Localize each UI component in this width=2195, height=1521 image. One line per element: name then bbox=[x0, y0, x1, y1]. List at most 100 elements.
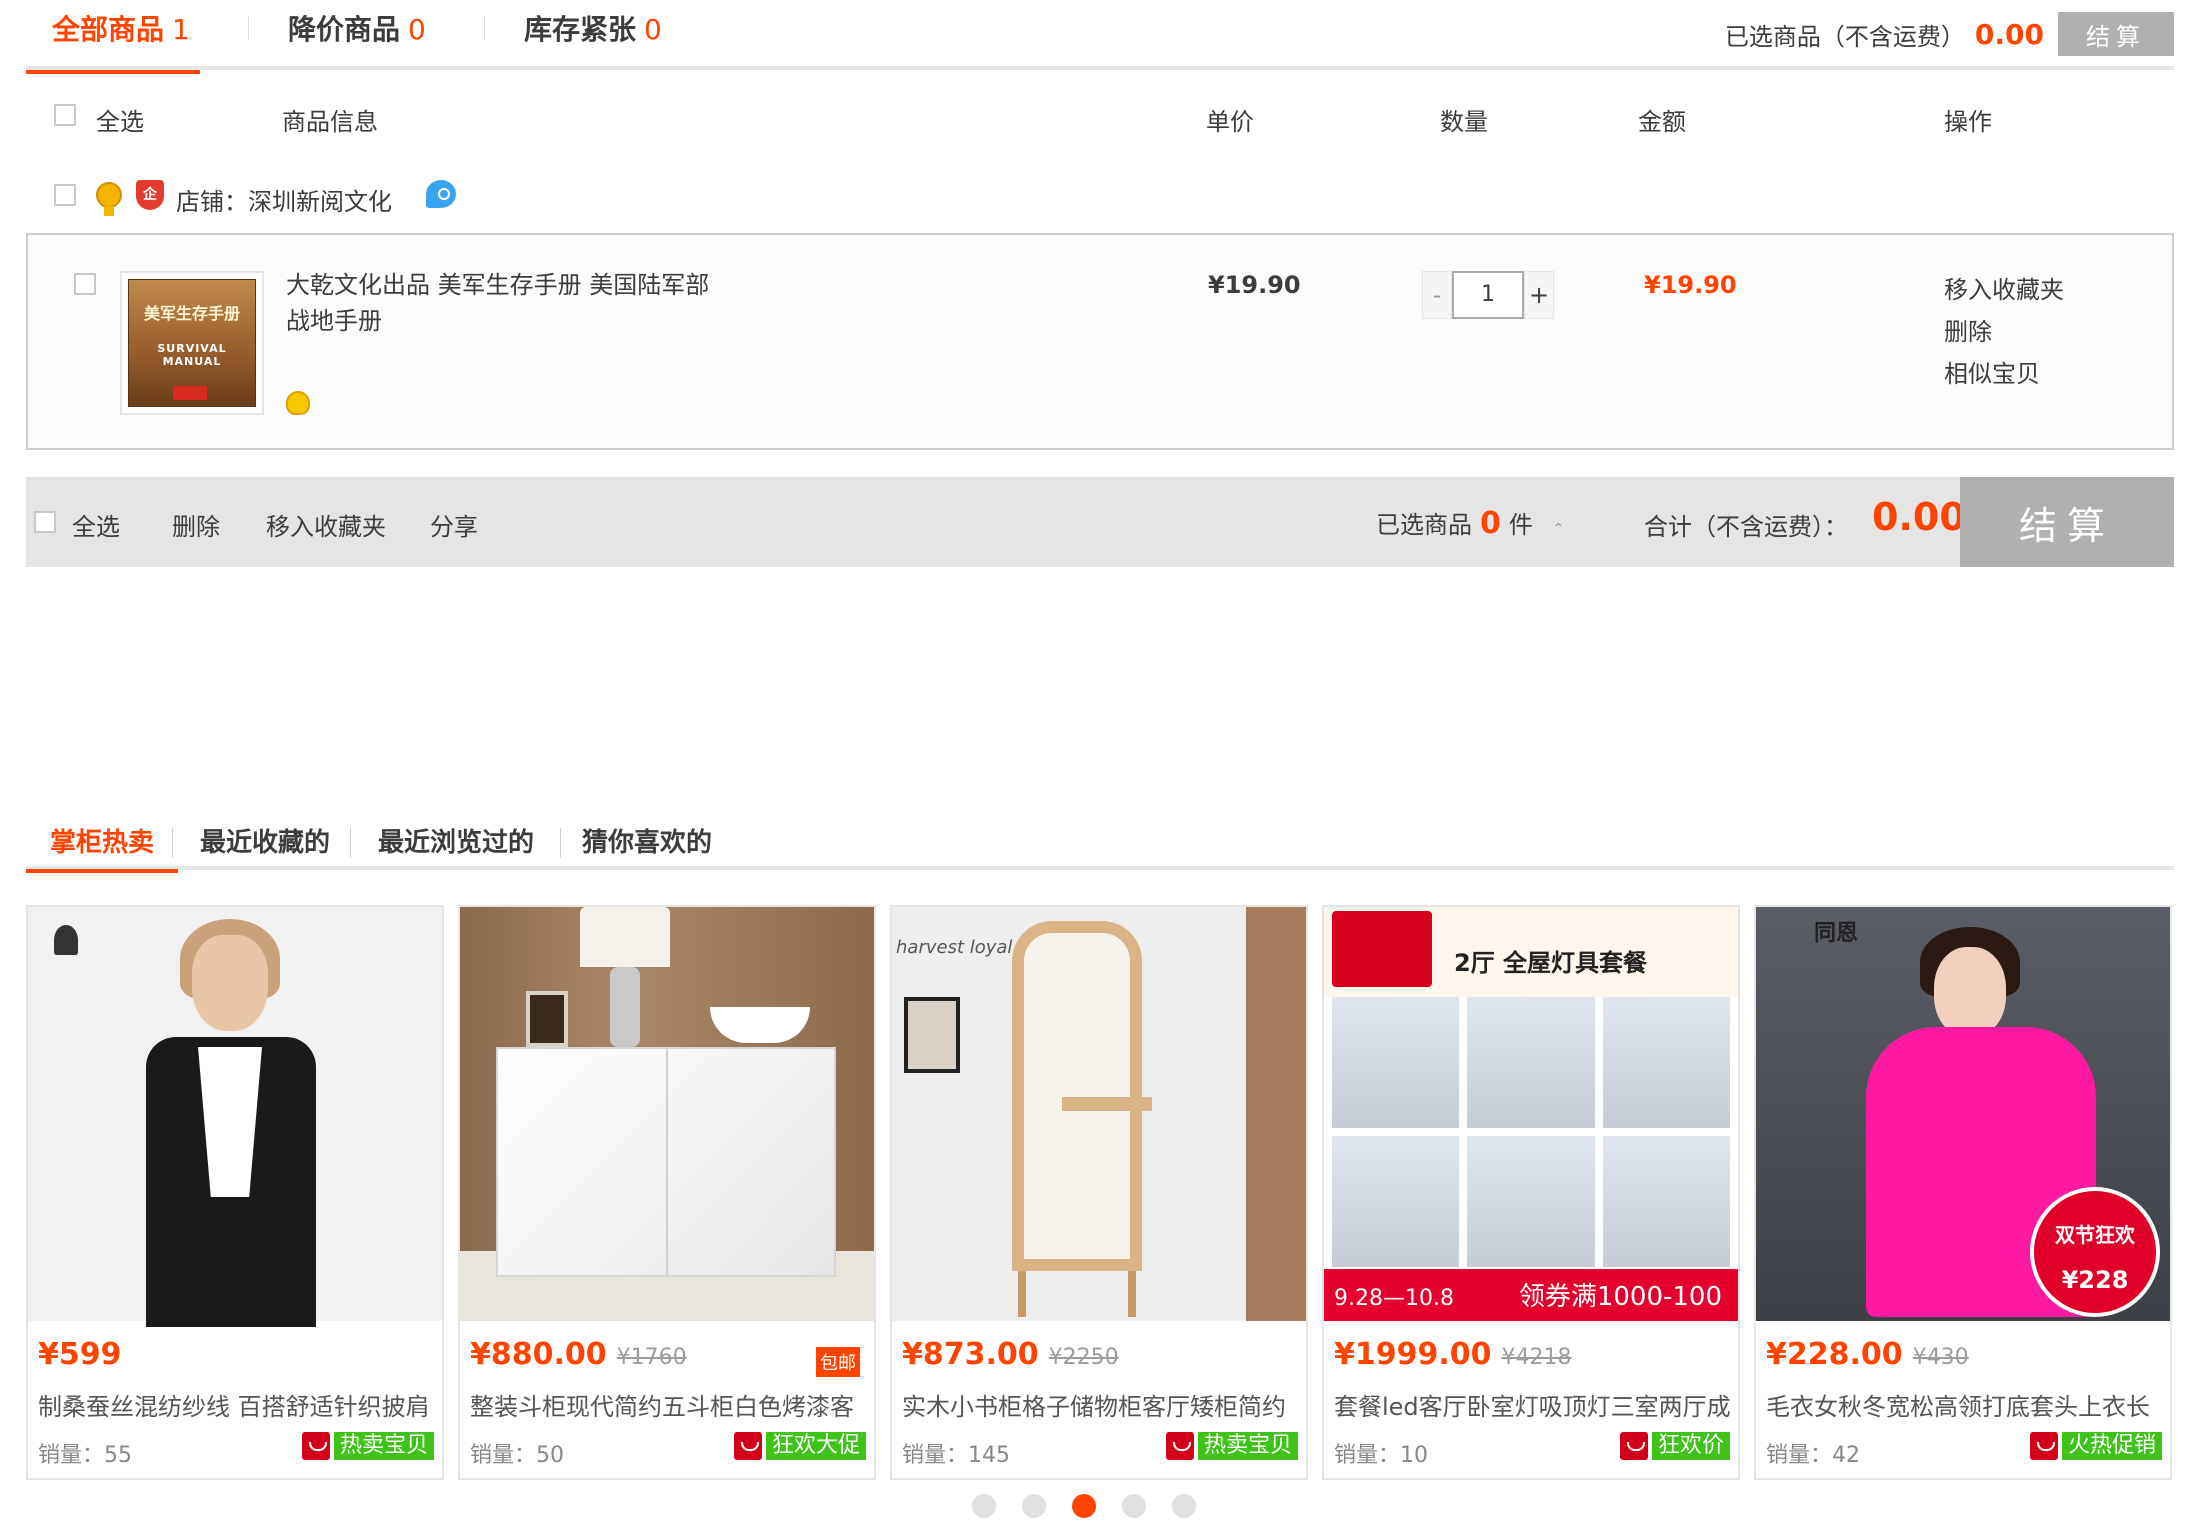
wall-picture bbox=[904, 997, 960, 1073]
pager-dot[interactable] bbox=[972, 1494, 996, 1518]
wangwang-chat-icon[interactable] bbox=[426, 180, 456, 208]
qty-minus-button[interactable]: - bbox=[1422, 271, 1452, 319]
select-all-checkbox[interactable] bbox=[54, 104, 76, 126]
pager-dot-active[interactable] bbox=[1072, 1494, 1096, 1518]
tab-separator bbox=[248, 16, 249, 40]
bar-select-all-label[interactable]: 全选 bbox=[72, 507, 120, 542]
pager-dot[interactable] bbox=[1122, 1494, 1146, 1518]
checkout-button[interactable]: 结算 bbox=[1960, 477, 2174, 567]
original-price: ¥1760 bbox=[616, 1345, 687, 1370]
promo-tag: 狂欢价 bbox=[1619, 1431, 1730, 1461]
product-card[interactable]: 同恩 双节狂欢 ¥228 ¥228.00 ¥430 毛衣女秋冬宽松高领打底套头上衣… bbox=[1754, 905, 2172, 1480]
photo-frame bbox=[526, 991, 568, 1047]
quantity-stepper: - 1 + bbox=[1422, 271, 1554, 321]
tab-low-stock[interactable]: 库存紧张 0 bbox=[524, 8, 662, 70]
product-card[interactable]: harvest loyal ¥873.00 ¥2250 实木小书柜格子储物柜客厅矮… bbox=[890, 905, 1308, 1480]
product-card[interactable]: ¥880.00 ¥1760 包邮 整装斗柜现代简约五斗柜白色烤漆客 销量：50 狂… bbox=[458, 905, 876, 1480]
lamp-photo bbox=[1332, 1136, 1460, 1267]
brand-label: harvest loyal bbox=[896, 937, 1013, 958]
price-row: ¥228.00 ¥430 bbox=[1766, 1337, 2162, 1377]
product-image[interactable]: 同恩 双节狂欢 ¥228 bbox=[1756, 907, 2170, 1321]
top-summary: 已选商品（不含运费） 0.00 结算 bbox=[1725, 12, 2174, 56]
product-image[interactable]: harvest loyal bbox=[892, 907, 1306, 1321]
price-row: ¥880.00 ¥1760 包邮 bbox=[470, 1337, 866, 1377]
product-card[interactable]: 2厅 全屋灯具套餐 9.28—10.8 领券满1000-100 ¥1999.00… bbox=[1322, 905, 1740, 1480]
tmall-fiesta-logo bbox=[1332, 911, 1432, 987]
product-sales: 销量：55 bbox=[38, 1443, 132, 1468]
shelf-legs bbox=[1018, 1271, 1136, 1317]
tab-recently-viewed[interactable]: 最近浏览过的 bbox=[378, 822, 534, 859]
tab-all-items[interactable]: 全部商品 1 bbox=[26, 8, 200, 74]
product-price: ¥1999.00 bbox=[1334, 1337, 1492, 1372]
bowl-shape bbox=[710, 1007, 810, 1043]
desk-board bbox=[1062, 1097, 1152, 1111]
price-row: ¥1999.00 ¥4218 bbox=[1334, 1337, 1730, 1377]
pager-dot[interactable] bbox=[1022, 1494, 1046, 1518]
move-to-favorites-link[interactable]: 移入收藏夹 bbox=[1944, 269, 2064, 311]
item-title-link[interactable]: 大乾文化出品 美军生存手册 美国陆军部战地手册 bbox=[286, 267, 726, 339]
product-image[interactable] bbox=[28, 907, 442, 1327]
tab-separator bbox=[560, 828, 561, 858]
selected-amount: 0.00 bbox=[1974, 17, 2044, 51]
bar-share-link[interactable]: 分享 bbox=[430, 507, 478, 542]
recommendation-tabs: 掌柜热卖 最近收藏的 最近浏览过的 猜你喜欢的 bbox=[25, 810, 2174, 873]
tmall-cat-icon bbox=[1165, 1432, 1194, 1460]
product-sales: 销量：10 bbox=[1334, 1443, 1428, 1468]
item-thumbnail[interactable]: 美军生存手册 SURVIVAL MANUAL bbox=[120, 271, 264, 415]
cabinet-shape bbox=[496, 1047, 836, 1277]
promo-tag: 火热促销 bbox=[2029, 1431, 2162, 1461]
selected-count-number: 0 bbox=[1480, 506, 1501, 541]
product-image[interactable]: 2厅 全屋灯具套餐 9.28—10.8 领券满1000-100 bbox=[1324, 907, 1738, 1321]
tab-separator bbox=[484, 16, 485, 40]
total-label: 合计（不含运费）： bbox=[1644, 513, 1848, 541]
qty-plus-button[interactable]: + bbox=[1524, 271, 1554, 319]
promo-tag: 热卖宝贝 bbox=[301, 1431, 434, 1461]
similar-items-link[interactable]: 相似宝贝 bbox=[1944, 353, 2064, 395]
lamp-photo bbox=[1467, 997, 1595, 1128]
item-checkbox[interactable] bbox=[74, 273, 96, 295]
tab-price-drop[interactable]: 降价商品 0 bbox=[288, 8, 426, 70]
product-title-link[interactable]: 制桑蚕丝混纺纱线 百搭舒适针织披肩 bbox=[38, 1387, 434, 1422]
promo-tag-label: 狂欢价 bbox=[1651, 1432, 1730, 1460]
shop-name-link[interactable]: 店铺：深圳新阅文化 bbox=[176, 182, 392, 217]
delete-link[interactable]: 删除 bbox=[1944, 311, 2064, 353]
selected-label: 已选商品（不含运费） bbox=[1724, 22, 1965, 51]
enterprise-shield-icon: 企 bbox=[136, 180, 164, 210]
curtain-shape bbox=[1246, 907, 1306, 1321]
qty-input[interactable]: 1 bbox=[1452, 271, 1524, 319]
product-title-link[interactable]: 实木小书柜格子储物柜客厅矮柜简约 bbox=[902, 1387, 1298, 1422]
product-card[interactable]: ¥599 制桑蚕丝混纺纱线 百搭舒适针织披肩 销量：55 热卖宝贝 bbox=[26, 905, 444, 1480]
item-amount: ¥19.90 bbox=[1644, 271, 1737, 299]
shop-row: 企 店铺：深圳新阅文化 bbox=[26, 174, 2174, 222]
product-title-link[interactable]: 套餐led客厅卧室灯吸顶灯三室两厅成 bbox=[1334, 1387, 1730, 1422]
tab-count: 1 bbox=[172, 13, 190, 46]
bar-select-all-checkbox[interactable] bbox=[34, 511, 56, 533]
tab-guess-you-like[interactable]: 猜你喜欢的 bbox=[582, 822, 712, 859]
product-sales: 销量：42 bbox=[1766, 1443, 1860, 1468]
bar-delete-link[interactable]: 删除 bbox=[172, 507, 220, 542]
header-amount: 金额 bbox=[1638, 108, 1686, 136]
bar-move-fav-link[interactable]: 移入收藏夹 bbox=[266, 507, 386, 542]
product-image[interactable] bbox=[460, 907, 874, 1321]
product-carousel: ¥599 制桑蚕丝混纺纱线 百搭舒适针织披肩 销量：55 热卖宝贝 ¥880.0… bbox=[26, 905, 2174, 1480]
product-title-link[interactable]: 整装斗柜现代简约五斗柜白色烤漆客 bbox=[470, 1387, 866, 1422]
promo-badge: 双节狂欢 ¥228 bbox=[2030, 1187, 2160, 1317]
header-actions: 操作 bbox=[1944, 108, 1992, 136]
tab-count: 0 bbox=[408, 13, 426, 46]
original-price: ¥2250 bbox=[1048, 1345, 1119, 1370]
tab-shop-hot[interactable]: 掌柜热卖 bbox=[25, 822, 179, 873]
shop-checkbox[interactable] bbox=[54, 184, 76, 206]
tmall-cat-icon bbox=[301, 1432, 330, 1460]
pager-dot[interactable] bbox=[1172, 1494, 1196, 1518]
top-checkout-button[interactable]: 结算 bbox=[2058, 12, 2174, 56]
gold-seller-icon bbox=[96, 182, 122, 216]
product-price: ¥873.00 bbox=[902, 1337, 1039, 1372]
selected-count[interactable]: 已选商品 0 件 ⌃ bbox=[1376, 505, 1564, 541]
promo-dates: 9.28—10.8 bbox=[1334, 1286, 1454, 1311]
lamp-photo bbox=[1602, 1136, 1730, 1267]
tmall-cat-icon bbox=[1619, 1432, 1648, 1460]
book-cover-subtitle: SURVIVAL MANUAL bbox=[157, 342, 227, 368]
lamp-photo bbox=[1332, 997, 1460, 1128]
product-title-link[interactable]: 毛衣女秋冬宽松高领打底套头上衣长 bbox=[1766, 1387, 2162, 1422]
tab-recent-favorites[interactable]: 最近收藏的 bbox=[200, 822, 330, 859]
